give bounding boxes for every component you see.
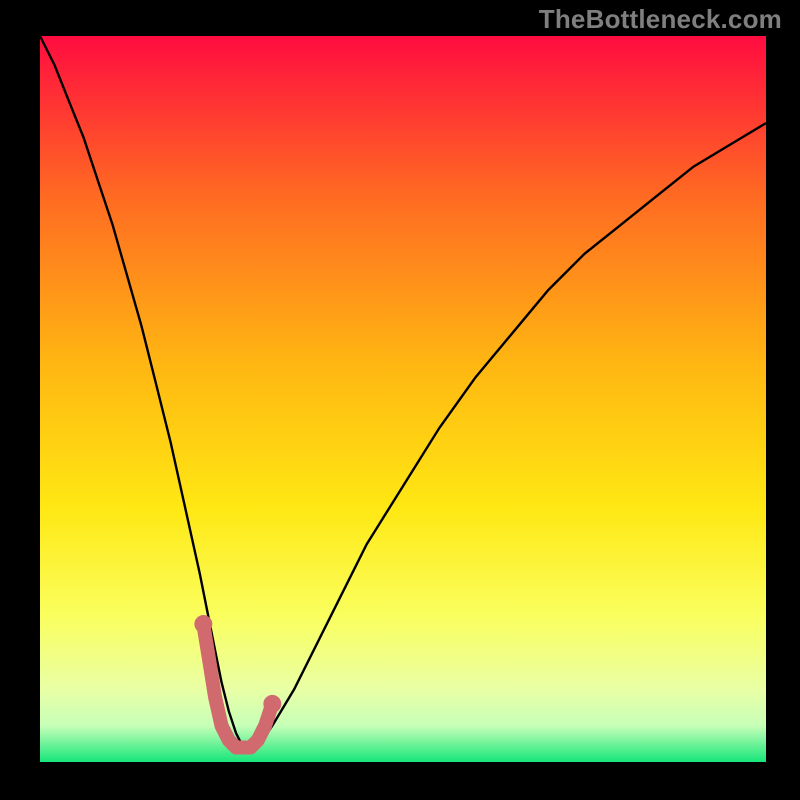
bottleneck-chart xyxy=(0,0,800,800)
plot-background xyxy=(40,36,766,762)
chart-frame: TheBottleneck.com xyxy=(0,0,800,800)
marker-dot xyxy=(263,695,281,713)
marker-dot xyxy=(194,615,212,633)
watermark-text: TheBottleneck.com xyxy=(539,4,782,35)
